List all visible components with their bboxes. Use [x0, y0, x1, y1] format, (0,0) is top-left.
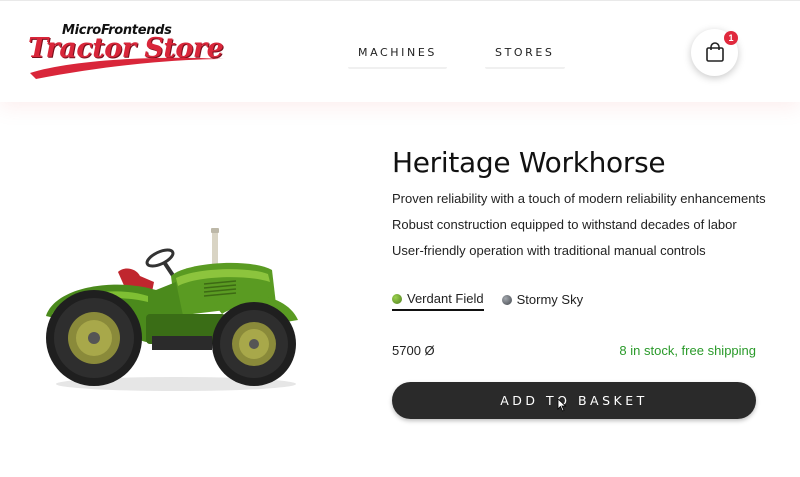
add-to-basket-button[interactable]: ADD TO BASKET	[392, 382, 756, 419]
nav-machines[interactable]: MACHINES	[348, 41, 447, 69]
color-swatch-icon	[501, 294, 512, 305]
mouse-cursor-icon	[557, 398, 567, 412]
product-title: Heritage Workhorse	[392, 146, 666, 179]
nav-stores[interactable]: STORES	[484, 41, 565, 69]
tractor-store-logo[interactable]: MicroFrontends Tractor Store	[28, 23, 228, 81]
color-swatch-icon	[392, 293, 402, 304]
product-image	[46, 228, 298, 391]
variant-stormy-sky[interactable]: Stormy Sky	[501, 291, 584, 311]
feature-item: Robust construction equipped to withstan…	[392, 217, 737, 232]
feature-item: Proven reliability with a touch of moder…	[392, 191, 766, 206]
logo-swoosh-icon	[30, 57, 224, 79]
variant-selector: Verdant Field Stormy Sky	[392, 291, 583, 311]
stock-status: 8 in stock, free shipping	[619, 343, 756, 358]
shopping-bag-icon	[706, 42, 724, 62]
main-nav: MACHINES STORES	[348, 41, 565, 69]
product-price: 5700 Ø	[392, 343, 435, 358]
variant-label: Verdant Field	[407, 291, 484, 306]
site-header: MicroFrontends Tractor Store MACHINES ST…	[0, 0, 800, 102]
variant-verdant-field[interactable]: Verdant Field	[392, 291, 484, 311]
variant-label: Stormy Sky	[516, 292, 584, 307]
feature-item: User-friendly operation with traditional…	[392, 243, 706, 258]
cart-button[interactable]: 1	[691, 29, 738, 76]
feature-list: Proven reliability with a touch of moder…	[392, 190, 766, 268]
cart-count-badge: 1	[724, 31, 738, 45]
